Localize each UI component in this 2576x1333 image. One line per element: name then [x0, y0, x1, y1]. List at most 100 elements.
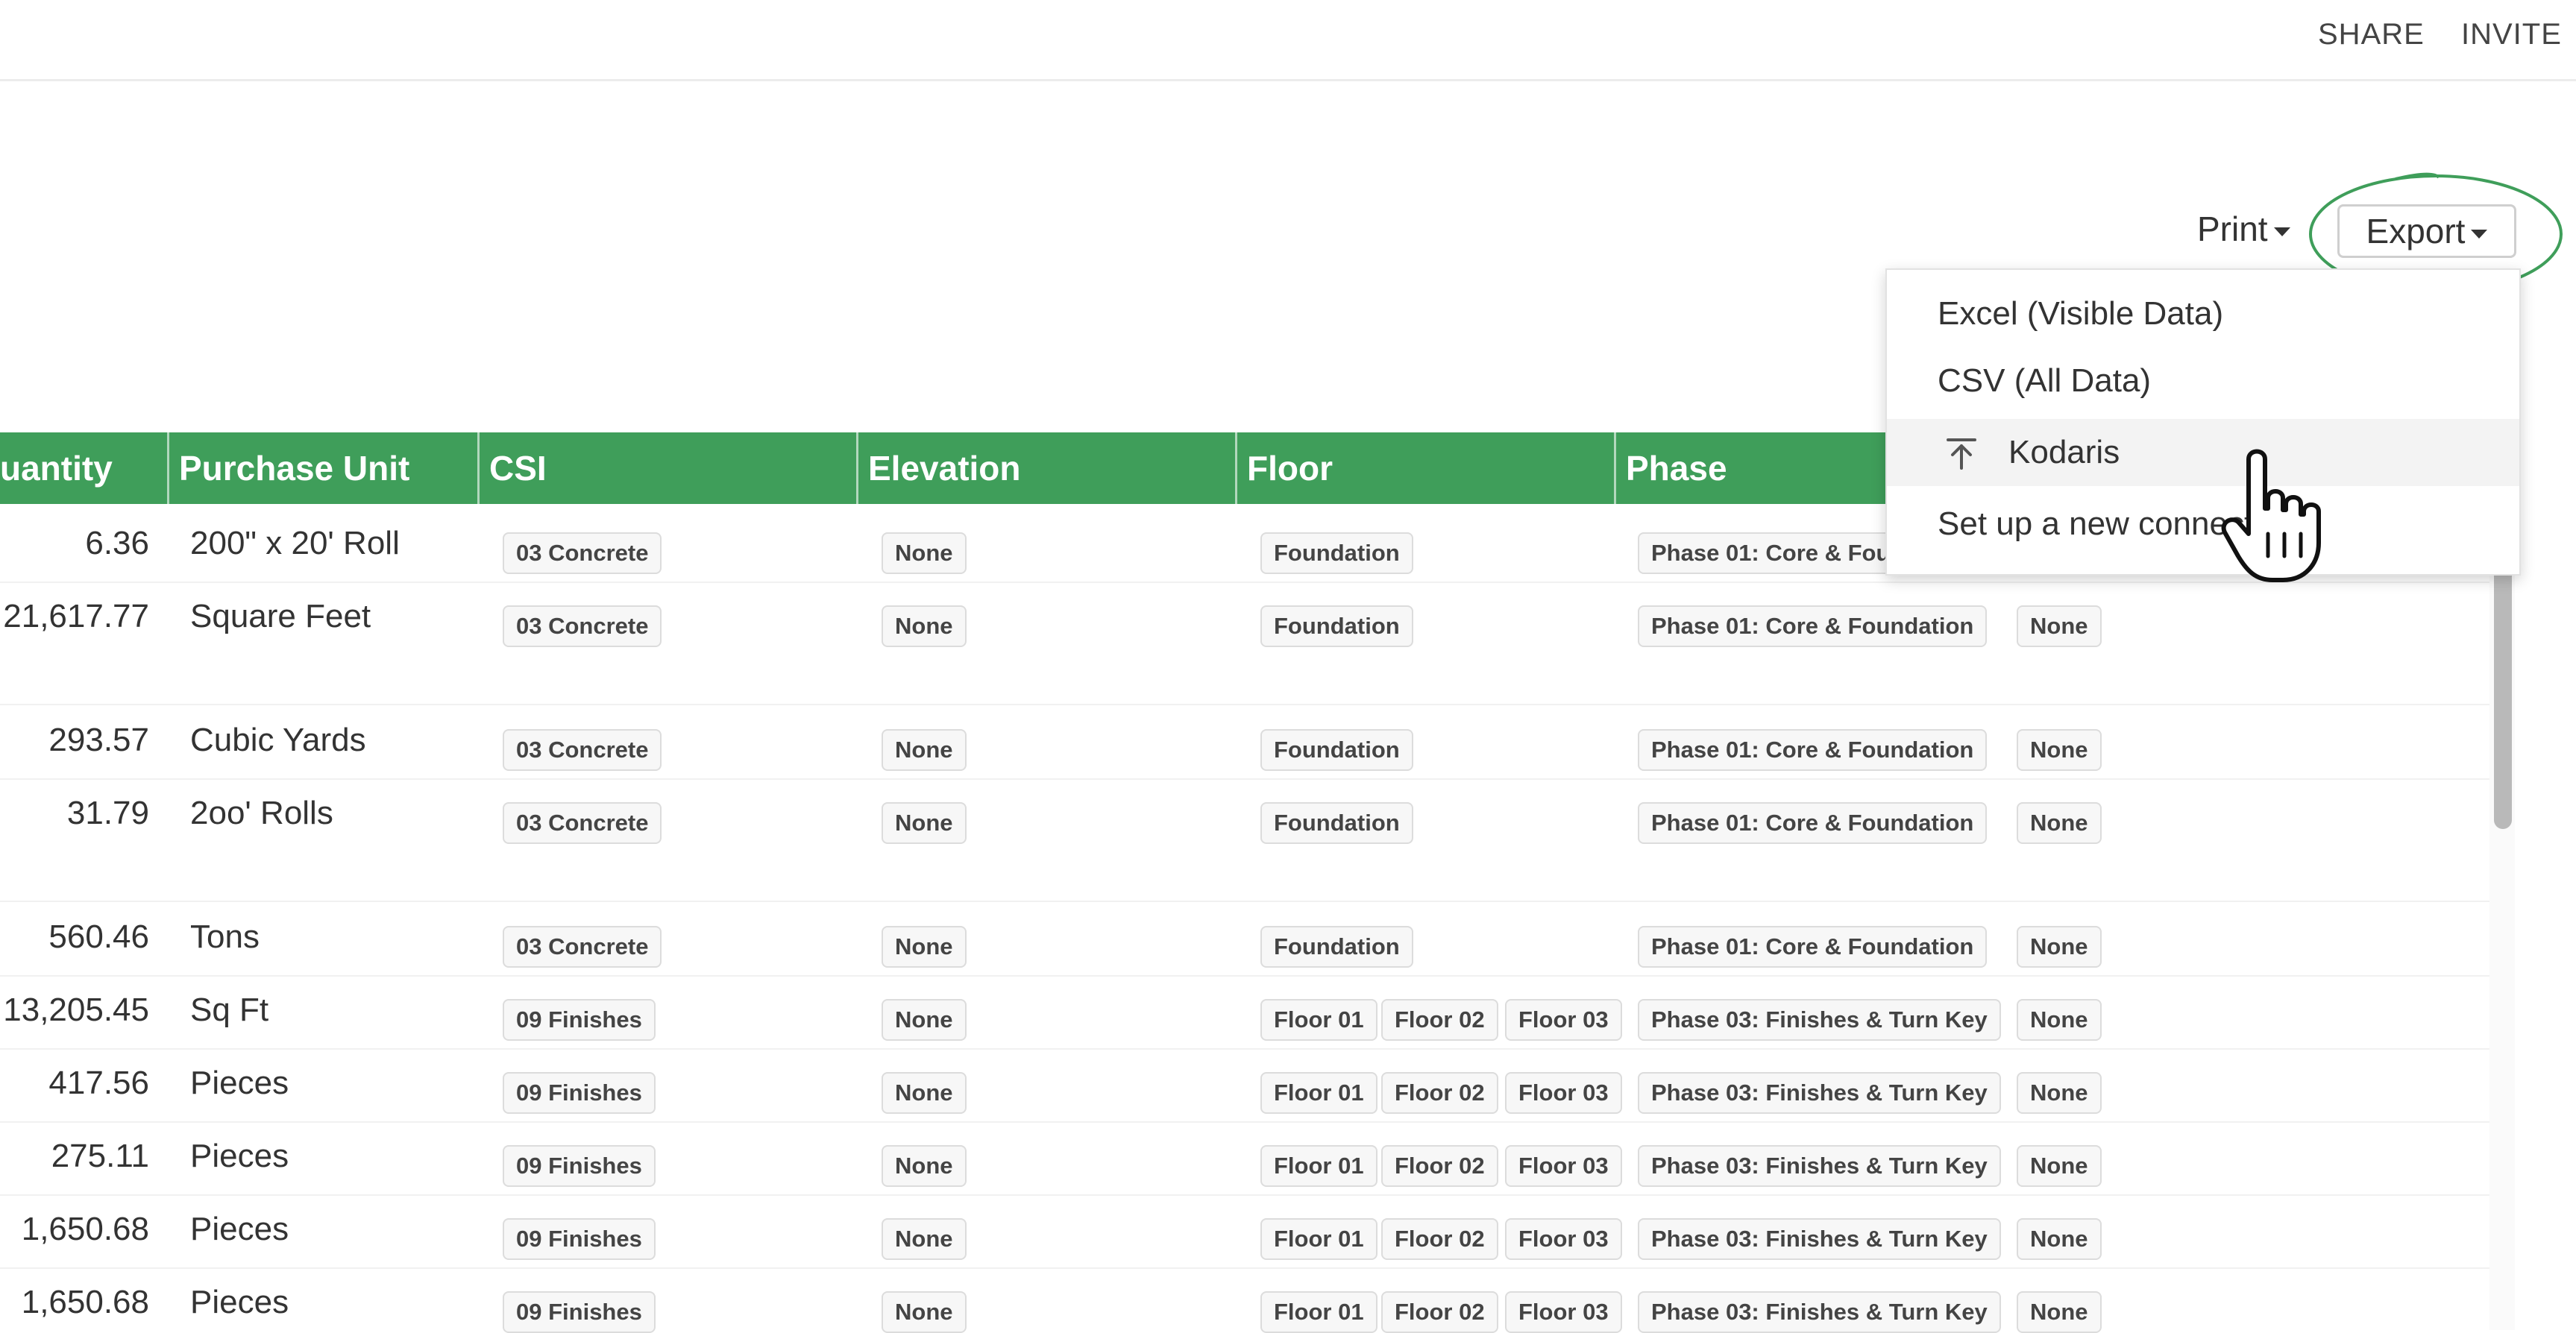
floor-tag: Floor 01 [1260, 1145, 1377, 1187]
phase-tag: Phase 03: Finishes & Turn Key [1638, 1072, 2001, 1114]
phase-tag: Phase 01: Core & Foundation [1638, 605, 1988, 647]
elevation-tag: None [882, 729, 967, 771]
extra-tag: None [2017, 1291, 2102, 1333]
top-bar: SHARE INVITE [0, 0, 2576, 81]
floor-tag: Floor 02 [1381, 1072, 1498, 1114]
setup-connection-option[interactable]: Set up a new connection. [1887, 491, 2519, 558]
phase-tag: Phase 03: Finishes & Turn Key [1638, 1145, 2001, 1187]
floor-tag: Foundation [1260, 605, 1413, 647]
csi-tag: 09 Finishes [503, 1072, 656, 1114]
chevron-down-icon [2471, 229, 2488, 239]
floor-tag: Foundation [1260, 729, 1413, 771]
chevron-down-icon [2273, 227, 2290, 236]
export-kodaris-option[interactable]: Kodaris [1887, 419, 2519, 486]
quantity-cell: 293.57 [48, 722, 149, 758]
floor-tag: Floor 02 [1381, 999, 1498, 1041]
extra-tag: None [2017, 605, 2102, 647]
export-label: Export [2366, 212, 2466, 250]
invite-link[interactable]: INVITE [2461, 18, 2562, 51]
column-divider [1235, 432, 1237, 504]
table-row[interactable]: 275.11 Pieces 09 Finishes None Floor 01 … [0, 1121, 2491, 1196]
extra-tag: None [2017, 1145, 2102, 1187]
phase-tag: Phase 03: Finishes & Turn Key [1638, 999, 2001, 1041]
elevation-tag: None [882, 926, 967, 968]
purchase-unit-cell: Cubic Yards [190, 722, 366, 758]
export-dropdown-menu: Excel (Visible Data) CSV (All Data) Koda… [1885, 268, 2521, 576]
column-divider [856, 432, 858, 504]
export-csv-option[interactable]: CSV (All Data) [1887, 347, 2519, 415]
export-button[interactable]: Export [2337, 204, 2516, 258]
column-divider [167, 432, 169, 504]
purchase-unit-cell: 200" x 20' Roll [190, 525, 400, 561]
floor-tag: Foundation [1260, 802, 1413, 844]
purchase-unit-cell: Pieces [190, 1065, 289, 1101]
elevation-tag: None [882, 605, 967, 647]
column-header-elevation[interactable]: Elevation [868, 432, 1021, 504]
table-row[interactable]: 560.46 Tons 03 Concrete None Foundation … [0, 902, 2491, 977]
csi-tag: 03 Concrete [503, 802, 662, 844]
column-divider [1614, 432, 1616, 504]
purchase-unit-cell: Sq Ft [190, 992, 269, 1028]
elevation-tag: None [882, 802, 967, 844]
quantity-cell: 275.11 [51, 1138, 149, 1174]
share-link[interactable]: SHARE [2318, 18, 2425, 51]
csi-tag: 09 Finishes [503, 1218, 656, 1260]
elevation-tag: None [882, 532, 967, 574]
quantity-cell: 417.56 [48, 1065, 149, 1101]
column-divider [477, 432, 480, 504]
floor-tag: Floor 01 [1260, 1072, 1377, 1114]
floor-tag: Floor 01 [1260, 1291, 1377, 1333]
elevation-tag: None [882, 999, 967, 1041]
elevation-tag: None [882, 1291, 967, 1333]
extra-tag: None [2017, 926, 2102, 968]
print-button[interactable]: Print [2197, 209, 2290, 249]
table-row[interactable]: 293.57 Cubic Yards 03 Concrete None Foun… [0, 705, 2491, 780]
column-header-phase[interactable]: Phase [1626, 432, 1727, 504]
phase-tag: Phase 03: Finishes & Turn Key [1638, 1218, 2001, 1260]
quantity-cell: 6.36 [85, 525, 149, 561]
menu-item-label: Excel (Visible Data) [1938, 295, 2224, 332]
purchase-unit-cell: Tons [190, 918, 260, 955]
table-row[interactable]: 417.56 Pieces 09 Finishes None Floor 01 … [0, 1048, 2491, 1123]
table-row[interactable]: 21,617.77 Square Feet 03 Concrete None F… [0, 582, 2491, 705]
floor-tag: Floor 03 [1505, 1291, 1622, 1333]
purchase-unit-cell: Pieces [190, 1284, 289, 1320]
phase-tag: Phase 01: Core & Foundation [1638, 926, 1988, 968]
print-label: Print [2197, 209, 2268, 248]
extra-tag: None [2017, 999, 2102, 1041]
csi-tag: 03 Concrete [503, 605, 662, 647]
table-row[interactable]: 1,650.68 Pieces 09 Finishes None Floor 0… [0, 1194, 2491, 1269]
floor-tag: Floor 03 [1505, 1145, 1622, 1187]
table-row[interactable]: 31.79 2oo' Rolls 03 Concrete None Founda… [0, 778, 2491, 902]
extra-tag: None [2017, 729, 2102, 771]
floor-tag: Floor 02 [1381, 1291, 1498, 1333]
quantity-cell: 1,650.68 [21, 1284, 149, 1320]
table-row[interactable]: 13,205.45 Sq Ft 09 Finishes None Floor 0… [0, 975, 2491, 1050]
quantity-cell: 560.46 [48, 918, 149, 955]
quantity-cell: 13,205.45 [3, 992, 149, 1028]
floor-tag: Floor 03 [1505, 1072, 1622, 1114]
quantity-cell: 31.79 [66, 795, 149, 831]
floor-tag: Foundation [1260, 926, 1413, 968]
column-header-csi[interactable]: CSI [489, 432, 547, 504]
upload-icon [1947, 438, 1976, 470]
table-row[interactable]: 1,650.68 Pieces 09 Finishes None Floor 0… [0, 1267, 2491, 1333]
floor-tag: Floor 01 [1260, 1218, 1377, 1260]
csi-tag: 03 Concrete [503, 532, 662, 574]
column-header-quantity[interactable]: uantity [0, 432, 113, 504]
export-excel-option[interactable]: Excel (Visible Data) [1887, 280, 2519, 347]
floor-tag: Floor 03 [1505, 999, 1622, 1041]
extra-tag: None [2017, 1072, 2102, 1114]
purchase-unit-cell: 2oo' Rolls [190, 795, 333, 831]
elevation-tag: None [882, 1145, 967, 1187]
column-header-floor[interactable]: Floor [1247, 432, 1333, 504]
elevation-tag: None [882, 1072, 967, 1114]
column-header-purchase-unit[interactable]: Purchase Unit [179, 432, 409, 504]
floor-tag: Floor 02 [1381, 1145, 1498, 1187]
phase-tag: Phase 01: Core & Foundation [1638, 729, 1988, 771]
quantity-cell: 21,617.77 [3, 598, 149, 634]
csi-tag: 09 Finishes [503, 1291, 656, 1333]
phase-tag: Phase 01: Core & Foundation [1638, 802, 1988, 844]
extra-tag: None [2017, 1218, 2102, 1260]
purchase-unit-cell: Square Feet [190, 598, 371, 634]
